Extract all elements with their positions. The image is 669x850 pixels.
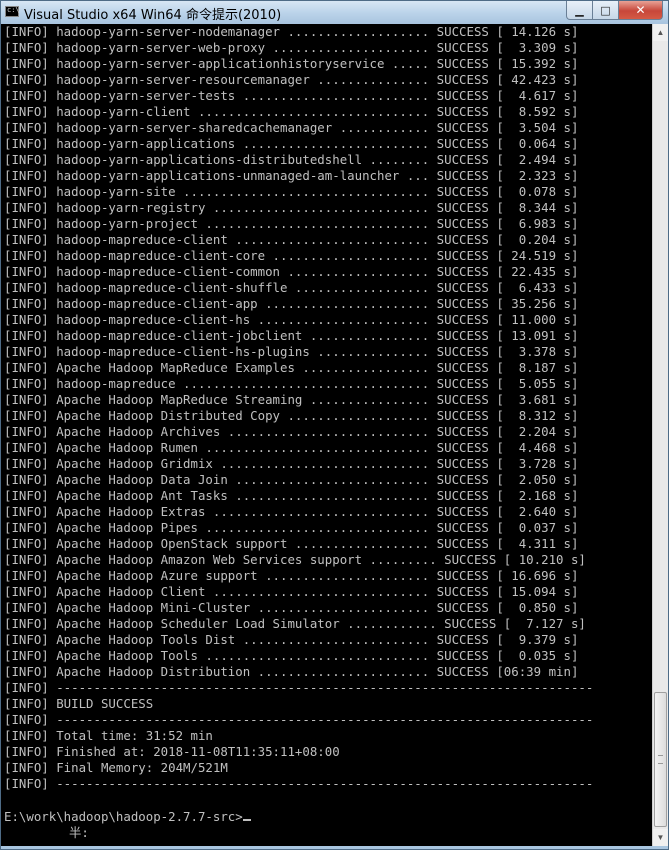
console-line: [INFO] Finished at: 2018-11-08T11:35:11+…	[4, 744, 340, 759]
command-prompt: E:\work\hadoop\hadoop-2.7.7-src>	[4, 809, 243, 824]
window-title: Visual Studio x64 Win64 命令提示(2010)	[24, 8, 282, 23]
minimize-button[interactable]: ▁	[566, 1, 593, 20]
console-line: [INFO] hadoop-mapreduce-client-hs-plugin…	[4, 344, 579, 359]
console-line: [INFO] hadoop-mapreduce-client-core ....…	[4, 248, 579, 263]
console-line: [INFO] hadoop-mapreduce-client-shuffle .…	[4, 280, 579, 295]
console-output: [INFO] hadoop-yarn-server-nodemanager ..…	[1, 24, 652, 792]
console-line: [INFO] Final Memory: 204M/521M	[4, 760, 228, 775]
console-line: [INFO] Apache Hadoop MapReduce Streaming…	[4, 392, 579, 407]
console-line: [INFO] hadoop-yarn-project .............…	[4, 216, 579, 231]
console-line: [INFO] Apache Hadoop Extras ............…	[4, 504, 579, 519]
scroll-down-arrow-icon[interactable]: ▼	[653, 829, 668, 846]
console-line: [INFO] Apache Hadoop Distribution ......…	[4, 664, 579, 679]
console-line: [INFO] Apache Hadoop Tools Dist ........…	[4, 632, 579, 647]
console-line: [INFO] Apache Hadoop Rumen .............…	[4, 440, 579, 455]
text-cursor	[242, 819, 251, 821]
console-line: [INFO] hadoop-yarn-client ..............…	[4, 104, 579, 119]
title-bar[interactable]: Visual Studio x64 Win64 命令提示(2010) ▁ □ ✕	[1, 1, 668, 24]
console-output-area[interactable]: [INFO] hadoop-yarn-server-nodemanager ..…	[1, 24, 652, 846]
console-line: [INFO] Apache Hadoop Mini-Cluster ......…	[4, 600, 579, 615]
console-line: [INFO] Total time: 31:52 min	[4, 728, 213, 743]
console-line: [INFO] hadoop-mapreduce-client-hs ......…	[4, 312, 579, 327]
console-line: [INFO] ---------------------------------…	[4, 776, 594, 791]
console-window: Visual Studio x64 Win64 命令提示(2010) ▁ □ ✕…	[0, 0, 669, 850]
console-line: [INFO] hadoop-yarn-server-applicationhis…	[4, 56, 579, 71]
scrollbar-thumb[interactable]	[654, 692, 667, 827]
cmd-console-icon[interactable]	[5, 6, 20, 17]
console-line: [INFO] hadoop-yarn-server-web-proxy ....…	[4, 40, 579, 55]
console-line: [INFO] Apache Hadoop Azure support .....…	[4, 568, 579, 583]
scroll-up-arrow-icon[interactable]: ▲	[653, 24, 668, 41]
console-line: [INFO] Apache Hadoop Archives ..........…	[4, 424, 579, 439]
maximize-button[interactable]: □	[593, 1, 619, 20]
console-line: [INFO] Apache Hadoop Ant Tasks .........…	[4, 488, 579, 503]
close-button[interactable]: ✕	[619, 1, 663, 20]
console-line: [INFO] hadoop-yarn-applications-unmanage…	[4, 168, 579, 183]
console-line: [INFO] hadoop-mapreduce-client-jobclient…	[4, 328, 579, 343]
console-line: [INFO] Apache Hadoop Tools .............…	[4, 648, 579, 663]
console-line: [INFO] hadoop-yarn-server-sharedcacheman…	[4, 120, 579, 135]
console-line: [INFO] BUILD SUCCESS	[4, 696, 154, 711]
vertical-scrollbar[interactable]: ▲ ▼	[652, 24, 668, 846]
console-line: [INFO] ---------------------------------…	[4, 712, 594, 727]
ime-status: 半:	[69, 825, 89, 840]
console-line: [INFO] Apache Hadoop Client ............…	[4, 584, 579, 599]
console-line: [INFO] Apache Hadoop Pipes .............…	[4, 520, 579, 535]
console-line: [INFO] hadoop-yarn-applications ........…	[4, 136, 579, 151]
console-line: [INFO] Apache Hadoop Amazon Web Services…	[4, 552, 586, 567]
console-line: [INFO] hadoop-yarn-registry ............…	[4, 200, 579, 215]
console-line: [INFO] hadoop-mapreduce-client-app .....…	[4, 296, 579, 311]
console-line: [INFO] Apache Hadoop OpenStack support .…	[4, 536, 579, 551]
console-line: [INFO] hadoop-yarn-server-nodemanager ..…	[4, 24, 579, 39]
console-line: [INFO] hadoop-mapreduce ................…	[4, 376, 579, 391]
console-line: [INFO] hadoop-mapreduce-client .........…	[4, 232, 579, 247]
console-line: [INFO] Apache Hadoop MapReduce Examples …	[4, 360, 579, 375]
console-line: [INFO] Apache Hadoop Scheduler Load Simu…	[4, 616, 586, 631]
console-line: [INFO] hadoop-yarn-site ................…	[4, 184, 579, 199]
console-line: [INFO] ---------------------------------…	[4, 680, 594, 695]
console-line: [INFO] Apache Hadoop Data Join .........…	[4, 472, 579, 487]
console-line: [INFO] hadoop-yarn-server-resourcemanage…	[4, 72, 579, 87]
console-line: [INFO] Apache Hadoop Distributed Copy ..…	[4, 408, 579, 423]
caption-buttons: ▁ □ ✕	[566, 1, 663, 20]
console-line: [INFO] hadoop-yarn-applications-distribu…	[4, 152, 579, 167]
console-line: [INFO] hadoop-yarn-server-tests ........…	[4, 88, 579, 103]
console-line: [INFO] hadoop-mapreduce-client-common ..…	[4, 264, 579, 279]
command-prompt-line[interactable]: E:\work\hadoop\hadoop-2.7.7-src>	[4, 809, 251, 825]
console-line: [INFO] Apache Hadoop Gridmix ...........…	[4, 456, 579, 471]
